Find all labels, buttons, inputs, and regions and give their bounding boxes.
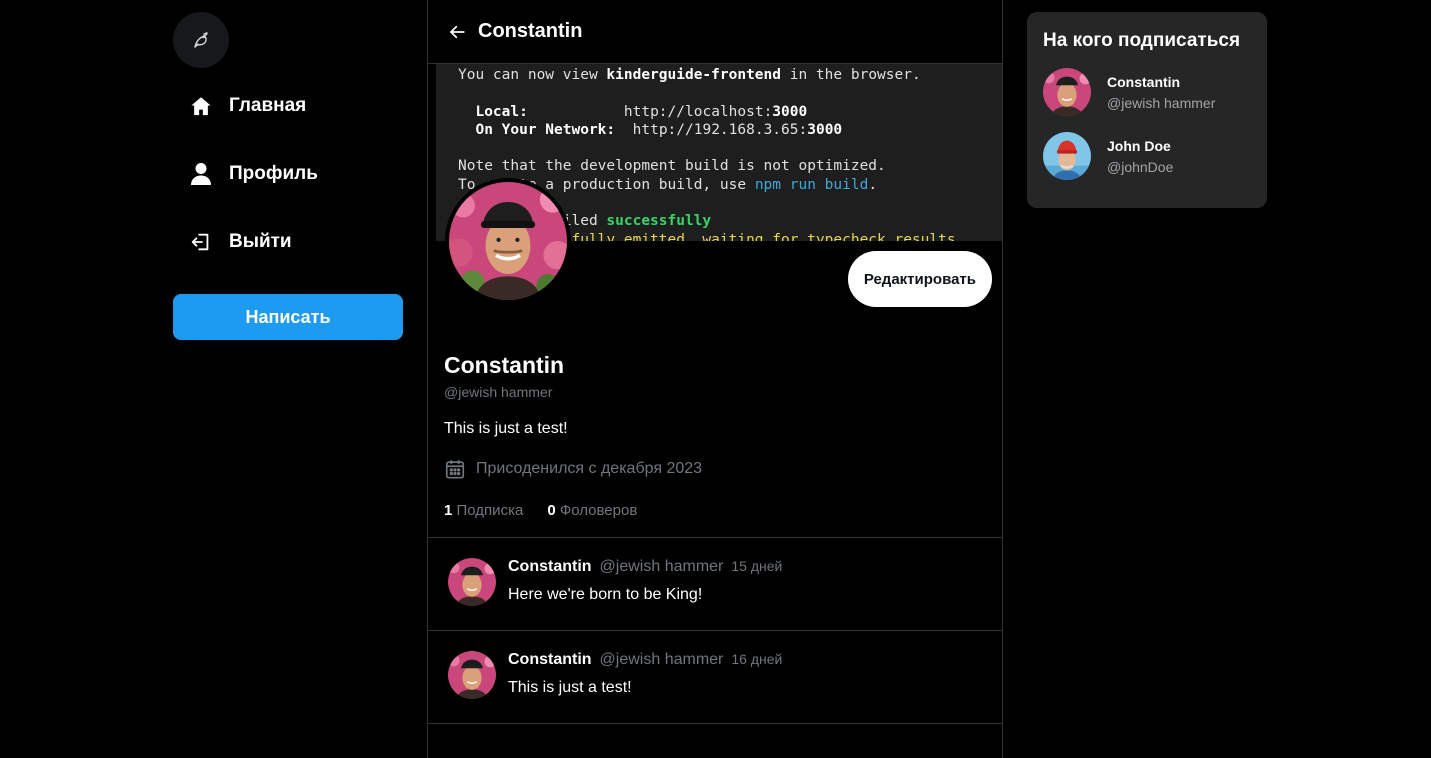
profile-header: Constantin [428,0,1002,64]
user-avatar[interactable] [1043,132,1091,180]
main-nav: Главная Профиль Выйти [173,72,403,276]
joined-date: Присоденился с декабря 2023 [476,460,703,477]
follow-suggestion[interactable]: Constantin @jewish hammer [1043,68,1251,116]
post-item[interactable]: Constantin @jewish hammer 16 дней This i… [428,631,1002,724]
app-logo[interactable] [173,12,229,68]
profile-name: Constantin [444,352,565,378]
post-body: Constantin @jewish hammer 16 дней This i… [508,651,782,724]
post-item[interactable]: Constantin @jewish hammer 15 дней Here w… [428,538,1002,631]
divider [428,723,1002,724]
profile-column: Constantin You can now view kinderguide-… [427,0,1003,758]
nav-label-home: Главная [229,95,307,116]
user-icon [189,162,213,186]
follow-user-text: John Doe @johnDoe [1107,138,1173,175]
post-text: This is just a test! [508,679,632,696]
post-time: 16 дней [731,651,783,667]
user-avatar[interactable] [1043,68,1091,116]
post-author[interactable]: Constantin [508,651,592,669]
nav-label-logout: Выйти [229,231,292,252]
calendar-icon [444,458,466,480]
post-avatar[interactable] [448,651,496,699]
compose-button[interactable]: Написать [173,294,403,340]
follow-user-text: Constantin @jewish hammer [1107,74,1215,111]
nav-item-logout[interactable]: Выйти [173,208,403,276]
nav-item-home[interactable]: Главная [173,72,403,140]
following-stat[interactable]: 1 Подписка [444,502,523,519]
post-body: Constantin @jewish hammer 15 дней Here w… [508,558,782,631]
post-handle: @jewish hammer [599,651,724,668]
follow-user-handle: @jewish hammer [1107,94,1216,111]
nav-label-profile: Профиль [229,163,318,184]
profile-avatar [445,178,571,304]
page-title: Constantin [478,20,583,42]
profile-joined: Присоденился с декабря 2023 [444,458,984,480]
left-sidebar: Главная Профиль Выйти Написать [173,12,403,340]
profile-stats: 1 Подписка 0 Фоловеров [444,502,984,519]
follow-suggestion[interactable]: John Doe @johnDoe [1043,132,1251,180]
who-to-follow-title: На кого подписаться [1043,30,1241,51]
post-author[interactable]: Constantin [508,558,592,576]
who-to-follow-panel: На кого подписаться Constantin @jewish h… [1027,12,1267,208]
followers-stat[interactable]: 0 Фоловеров [547,502,637,519]
edit-profile-button[interactable]: Редактировать [847,251,992,307]
profile-info: Constantin @jewish hammer This is just a… [444,352,984,519]
nav-item-profile[interactable]: Профиль [173,140,403,208]
bird-feather-icon [194,32,208,48]
profile-bio: This is just a test! [444,420,568,437]
post-text: Here we're born to be King! [508,586,703,603]
profile-handle: @jewish hammer [444,384,553,400]
home-icon [189,94,213,118]
follow-user-name: John Doe [1107,137,1171,154]
post-time: 15 дней [731,558,783,574]
arrow-left-icon[interactable] [448,22,468,42]
post-avatar[interactable] [448,558,496,606]
post-handle: @jewish hammer [599,558,724,575]
logout-icon [189,230,213,254]
follow-user-name: Constantin [1107,73,1181,90]
follow-user-handle: @johnDoe [1107,158,1174,175]
